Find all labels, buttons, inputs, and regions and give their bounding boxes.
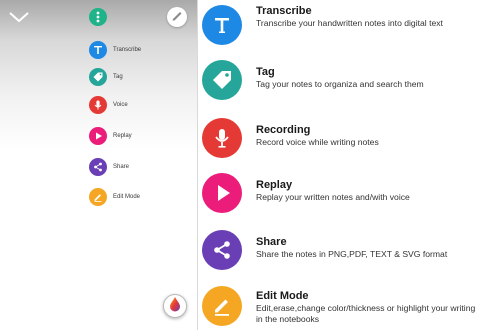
pen-icon bbox=[170, 8, 184, 27]
phone-menu-item-edit-mode[interactable]: Edit Mode bbox=[89, 188, 140, 206]
phone-menu-item-tag[interactable]: Tag bbox=[89, 68, 123, 86]
play-icon bbox=[202, 173, 242, 213]
transcribe-icon bbox=[89, 41, 107, 59]
phone-menu-item-replay[interactable]: Replay bbox=[89, 127, 132, 145]
feature-description: Tag your notes to organiza and search th… bbox=[256, 79, 424, 89]
phone-menu-label: Transcribe bbox=[113, 47, 142, 53]
phone-menu-label: Replay bbox=[113, 133, 132, 139]
transcribe-icon bbox=[202, 5, 242, 45]
feature-replay: Replay Replay your written notes and/wit… bbox=[202, 173, 480, 223]
phone-screen: Transcribe Tag Voice Replay Share Edit M… bbox=[0, 0, 198, 330]
microphone-icon bbox=[202, 118, 242, 158]
feature-description: Record voice while writing notes bbox=[256, 137, 379, 147]
share-icon bbox=[202, 230, 242, 270]
pencil-icon bbox=[202, 286, 242, 326]
feature-share: Share Share the notes in PNG,PDF, TEXT &… bbox=[202, 230, 480, 280]
tag-icon bbox=[202, 60, 242, 100]
microphone-icon bbox=[89, 96, 107, 114]
chevron-down-icon[interactable] bbox=[8, 10, 30, 24]
feature-edit-mode: Edit Mode Edit,erase,change color/thickn… bbox=[202, 286, 480, 330]
feature-title: Tag bbox=[256, 66, 275, 78]
color-picker-button[interactable] bbox=[163, 294, 187, 318]
color-drop-icon bbox=[168, 296, 182, 317]
phone-menu-label: Tag bbox=[113, 74, 123, 80]
feature-description: Share the notes in PNG,PDF, TEXT & SVG f… bbox=[256, 249, 448, 259]
feature-recording: Recording Record voice while writing not… bbox=[202, 118, 480, 168]
play-icon bbox=[89, 127, 107, 145]
feature-title: Replay bbox=[256, 179, 293, 191]
feature-description: Edit,erase,change color/thickness or hig… bbox=[256, 303, 476, 324]
feature-description: Replay your written notes and/with voice bbox=[256, 192, 410, 202]
feature-tag: Tag Tag your notes to organiza and searc… bbox=[202, 60, 480, 110]
feature-transcribe: Transcribe Transcribe your handwritten n… bbox=[202, 5, 480, 55]
feature-title: Edit Mode bbox=[256, 290, 309, 302]
share-icon bbox=[89, 158, 107, 176]
pencil-icon bbox=[89, 188, 107, 206]
tag-icon bbox=[89, 68, 107, 86]
pen-tool-button[interactable] bbox=[167, 7, 187, 27]
phone-menu-item-transcribe[interactable]: Transcribe bbox=[89, 41, 141, 59]
phone-menu-label: Voice bbox=[113, 102, 128, 108]
phone-menu-label: Edit Mode bbox=[113, 194, 141, 200]
phone-menu-item-share[interactable]: Share bbox=[89, 158, 129, 176]
feature-description: Transcribe your handwritten notes into d… bbox=[256, 18, 443, 28]
phone-menu-item-voice[interactable]: Voice bbox=[89, 96, 128, 114]
feature-title: Share bbox=[256, 236, 287, 248]
more-vertical-icon[interactable] bbox=[89, 8, 107, 26]
phone-menu-label: Share bbox=[113, 164, 130, 170]
feature-title: Recording bbox=[256, 124, 311, 136]
feature-title: Transcribe bbox=[256, 5, 312, 17]
